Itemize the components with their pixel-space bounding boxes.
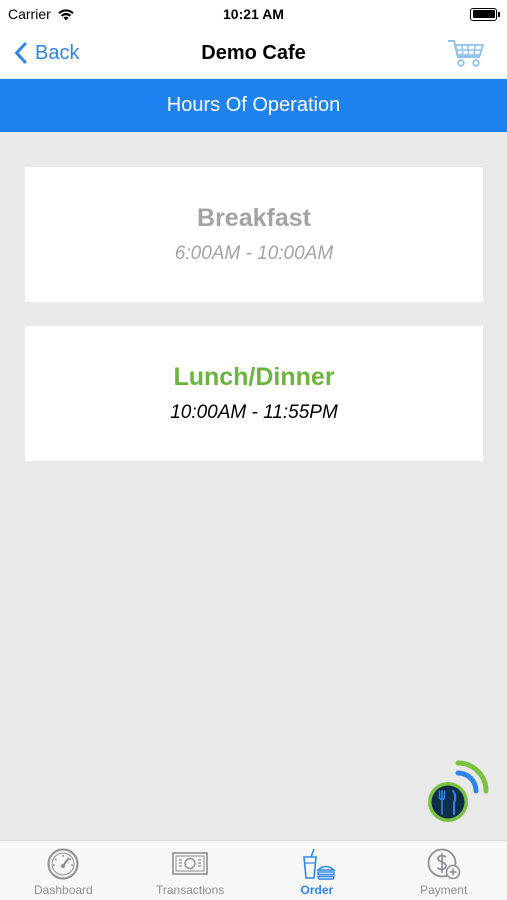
- tab-label: Transactions: [156, 883, 225, 897]
- speedometer-icon: [47, 848, 79, 880]
- carrier-label: Carrier: [8, 6, 51, 22]
- cash-icon: [172, 852, 208, 875]
- section-header: Hours Of Operation: [0, 79, 507, 132]
- meal-hours: 6:00AM - 10:00AM: [174, 243, 334, 264]
- page-title: Demo Cafe: [201, 41, 306, 64]
- status-time: 10:21 AM: [223, 6, 284, 22]
- tab-payment[interactable]: Payment: [380, 841, 507, 900]
- meal-card-lunch-dinner[interactable]: Lunch/Dinner 10:00AM - 11:55PM: [25, 326, 483, 461]
- shopping-cart-icon[interactable]: [447, 38, 485, 68]
- wifi-icon: [58, 8, 74, 20]
- tab-order[interactable]: Order: [254, 841, 381, 900]
- chevron-left-icon: [15, 42, 27, 64]
- battery-fill: [472, 10, 495, 18]
- tab-transactions[interactable]: Transactions: [127, 841, 254, 900]
- status-left: Carrier: [8, 6, 75, 22]
- fork-knife-icon[interactable]: [422, 757, 494, 827]
- meal-title: Breakfast: [197, 204, 311, 232]
- section-title: Hours Of Operation: [166, 94, 341, 116]
- tab-label: Payment: [419, 883, 468, 897]
- dollar-add-icon: [427, 848, 460, 880]
- meal-hours: 10:00AM - 11:55PM: [170, 402, 338, 423]
- drink-burger-icon: [302, 848, 336, 880]
- back-button[interactable]: Back: [14, 38, 79, 68]
- back-label: Back: [35, 41, 80, 64]
- status-bar: Carrier 10:21 AM: [0, 0, 507, 28]
- tab-bar: Dashboard Transactions Order Payment: [0, 840, 507, 900]
- tab-label: Dashboard: [34, 883, 93, 897]
- tab-label: Order: [300, 883, 334, 897]
- battery-icon: [470, 7, 500, 21]
- meal-card-breakfast[interactable]: Breakfast 6:00AM - 10:00AM: [25, 167, 483, 302]
- nav-bar: Back Demo Cafe: [0, 28, 507, 78]
- tab-dashboard[interactable]: Dashboard: [0, 841, 127, 900]
- meal-title: Lunch/Dinner: [173, 363, 335, 391]
